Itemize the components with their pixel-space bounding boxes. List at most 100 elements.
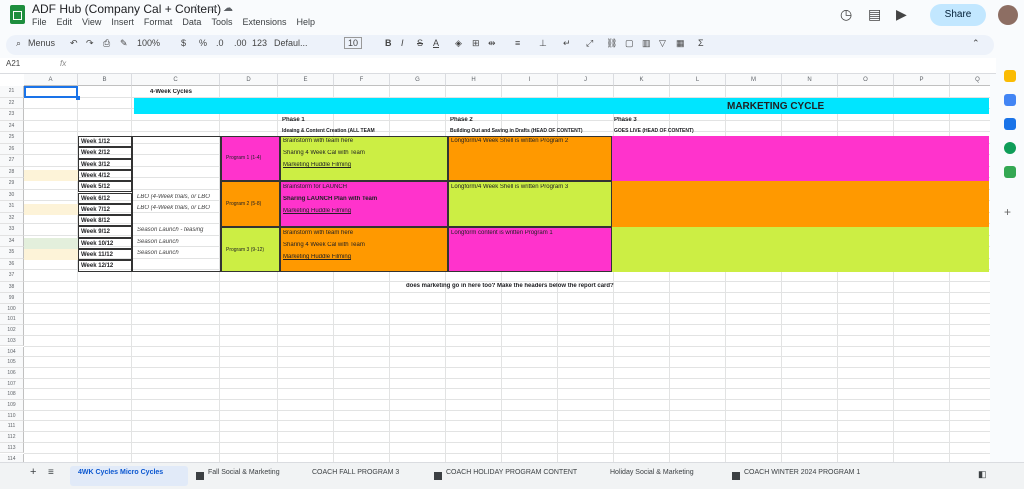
avatar[interactable]	[998, 5, 1018, 25]
meet-icon[interactable]: ▶	[896, 6, 907, 23]
history-icon[interactable]: ◷	[840, 6, 852, 23]
column-header[interactable]: D	[220, 74, 278, 86]
tab-coach-winter[interactable]: COACH WINTER 2024 PROGRAM 1	[744, 469, 860, 476]
functions-button[interactable]: Σ	[698, 38, 704, 48]
currency-format[interactable]: $	[181, 38, 186, 48]
row-header[interactable]: 110	[0, 410, 24, 422]
share-button[interactable]: Share	[930, 4, 986, 26]
row-header[interactable]: 24	[0, 120, 24, 132]
column-header[interactable]: N	[782, 74, 838, 86]
decrease-decimal[interactable]: .0	[216, 38, 224, 48]
comments-icon[interactable]: ▤	[868, 6, 881, 23]
row-header[interactable]: 22	[0, 97, 24, 109]
search-icon[interactable]: ⌕	[16, 38, 21, 49]
row-header[interactable]: 114	[0, 453, 24, 462]
add-sheet-icon[interactable]: +	[30, 466, 36, 478]
row-header[interactable]: 23	[0, 109, 24, 121]
move-folder-icon[interactable]: ▭	[207, 3, 216, 14]
sheets-logo-icon[interactable]	[10, 5, 25, 24]
row-header[interactable]: 102	[0, 325, 24, 336]
fill-handle[interactable]	[76, 96, 80, 100]
week-cell[interactable]: Week 7/12	[78, 203, 132, 216]
link-icon[interactable]: ⛓	[606, 38, 617, 49]
row-header[interactable]: 36	[0, 258, 24, 270]
menu-edit[interactable]: Edit	[57, 17, 73, 27]
week-cell[interactable]: Week 12/12	[78, 260, 132, 272]
week-cell[interactable]: Week 6/12	[78, 192, 132, 204]
row-header[interactable]: 108	[0, 389, 24, 400]
week-cell[interactable]: Week 3/12	[78, 158, 132, 170]
column-header[interactable]: C	[132, 74, 220, 86]
menu-tools[interactable]: Tools	[211, 17, 232, 27]
italic-button[interactable]: I	[401, 38, 404, 48]
column-header[interactable]: G	[390, 74, 446, 86]
selected-cell[interactable]	[24, 86, 78, 98]
add-icon[interactable]: +	[1004, 206, 1016, 218]
collapse-icon[interactable]: ⌃	[972, 38, 980, 49]
row-header[interactable]: 32	[0, 212, 24, 224]
cloud-status-icon[interactable]: ☁	[223, 3, 233, 14]
keep-icon[interactable]	[1004, 94, 1016, 106]
row-header[interactable]: 21	[0, 86, 24, 98]
increase-decimal[interactable]: .00	[234, 38, 247, 48]
column-header[interactable]: J	[558, 74, 614, 86]
borders-icon[interactable]: ⊞	[472, 38, 480, 49]
week-cell[interactable]: Week 4/12	[78, 169, 132, 182]
row-header[interactable]: 31	[0, 201, 24, 213]
row-header[interactable]: 99	[0, 293, 24, 304]
column-header[interactable]: M	[726, 74, 782, 86]
row-header[interactable]: 109	[0, 400, 24, 411]
menu-insert[interactable]: Insert	[111, 17, 134, 27]
row-header[interactable]: 33	[0, 224, 24, 236]
phase3-program3-block[interactable]	[612, 227, 989, 272]
menu-format[interactable]: Format	[144, 17, 173, 27]
column-header[interactable]: F	[334, 74, 390, 86]
menu-view[interactable]: View	[82, 17, 101, 27]
star-icon[interactable]: ☆	[192, 3, 201, 14]
paint-format-icon[interactable]: ✎	[120, 38, 128, 49]
undo-icon[interactable]: ↶	[70, 38, 78, 49]
font-size-input[interactable]: 10	[344, 37, 363, 49]
chart-icon[interactable]: ▥	[642, 38, 651, 49]
column-header[interactable]: E	[278, 74, 334, 86]
row-header[interactable]: 112	[0, 432, 24, 443]
phase3-program2-block[interactable]	[612, 181, 989, 227]
week-cell[interactable]: Week 11/12	[78, 249, 132, 261]
row-header[interactable]: 111	[0, 421, 24, 433]
font-select[interactable]: Defaul...	[274, 38, 308, 48]
column-header[interactable]: B	[78, 74, 132, 86]
row-header[interactable]: 113	[0, 442, 24, 454]
row-header[interactable]: 30	[0, 189, 24, 201]
column-header[interactable]: Q	[950, 74, 990, 86]
bold-button[interactable]: B	[385, 38, 392, 48]
fill-color-icon[interactable]: ◈	[455, 38, 462, 49]
percent-format[interactable]: %	[199, 38, 207, 48]
row-header[interactable]: 35	[0, 247, 24, 259]
tab-holiday-social[interactable]: Holiday Social & Marketing	[610, 469, 694, 476]
column-header[interactable]: L	[670, 74, 726, 86]
calendar-icon[interactable]	[1004, 70, 1016, 82]
rotate-icon[interactable]: ⤢	[586, 38, 593, 49]
strikethrough-button[interactable]: S	[417, 38, 423, 48]
week-cell[interactable]: Week 2/12	[78, 147, 132, 159]
row-header[interactable]: 26	[0, 143, 24, 155]
row-header[interactable]: 105	[0, 357, 24, 368]
row-header[interactable]: 100	[0, 303, 24, 315]
explore-icon[interactable]: ◧	[978, 469, 987, 480]
align-icon[interactable]: ≡	[515, 38, 520, 48]
valign-icon[interactable]: ⊥	[539, 38, 547, 49]
row-header[interactable]: 25	[0, 132, 24, 144]
row-header[interactable]: 104	[0, 346, 24, 358]
print-icon[interactable]: ⎙	[103, 38, 110, 49]
tab-coach-holiday[interactable]: COACH HOLIDAY PROGRAM CONTENT	[446, 469, 577, 476]
week-cell[interactable]: Week 9/12	[78, 226, 132, 238]
week-cell[interactable]: Week 5/12	[78, 181, 132, 193]
text-color-button[interactable]: A	[433, 38, 439, 48]
tab-fall-social[interactable]: Fall Social & Marketing	[208, 469, 280, 476]
redo-icon[interactable]: ↷	[86, 38, 94, 49]
all-sheets-icon[interactable]: ≡	[48, 467, 54, 478]
row-header[interactable]: 27	[0, 155, 24, 167]
menu-file[interactable]: File	[32, 17, 47, 27]
tab-coach-fall[interactable]: COACH FALL PROGRAM 3	[312, 469, 399, 476]
spreadsheet-grid[interactable]: ABCDEFGHIJKLMNOPQRS 21222324252627282930…	[0, 74, 990, 462]
